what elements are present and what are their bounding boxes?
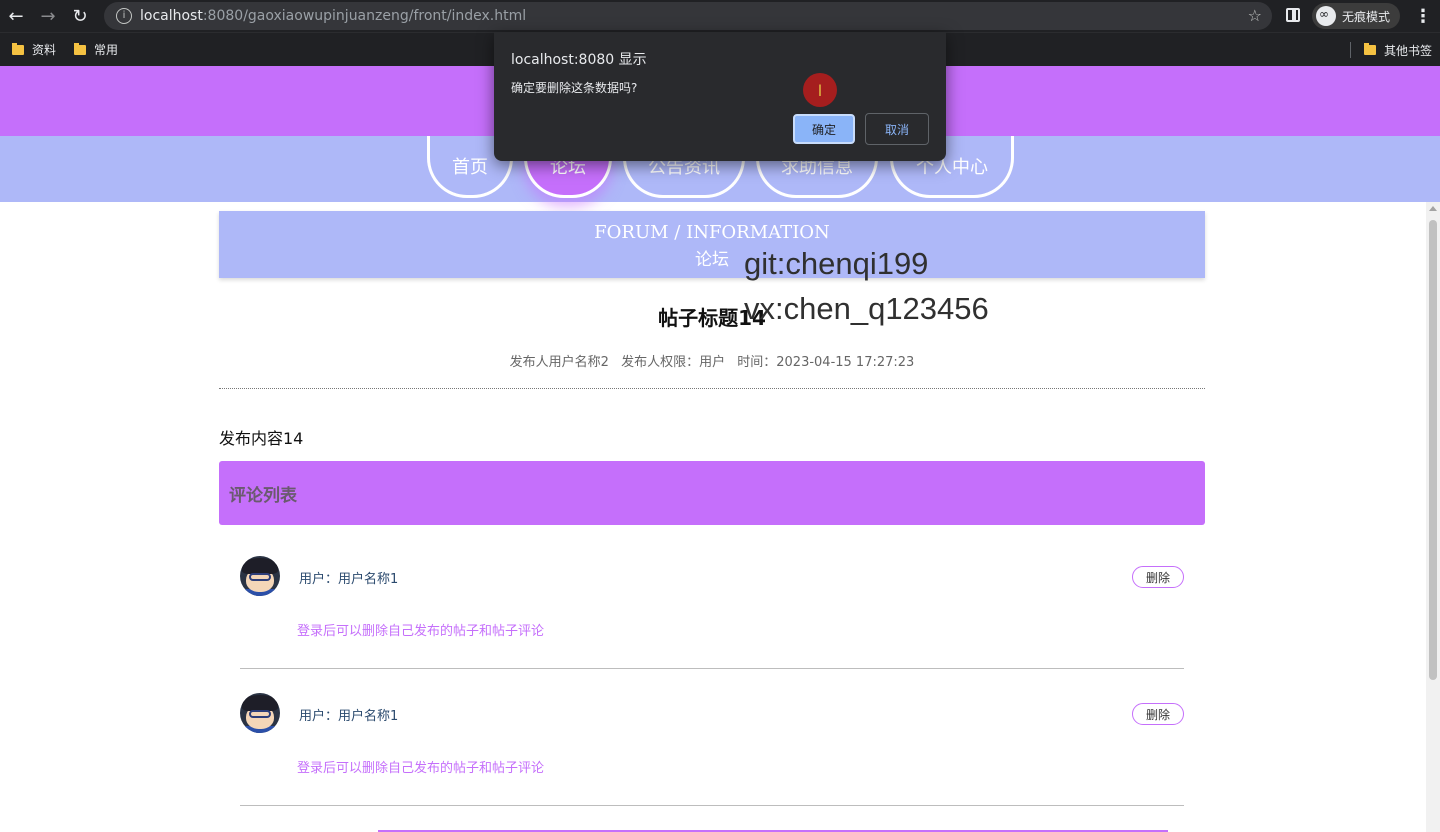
avatar: [240, 693, 280, 733]
dialog-message: 确定要删除这条数据吗?: [511, 81, 638, 95]
confirm-dialog: localhost:8080 显示 确定要删除这条数据吗? 确定 取消: [494, 32, 946, 161]
divider: [219, 388, 1205, 389]
comment-text: 登录后可以删除自己发布的帖子和帖子评论: [297, 624, 545, 639]
banner-title-cn: 论坛: [695, 250, 729, 270]
bookmark-star-icon[interactable]: ☆: [1248, 6, 1262, 25]
address-bar[interactable]: i localhost:8080/gaoxiaowupinjuanzeng/fr…: [104, 2, 1272, 30]
browser-toolbar: ← → ↻ i localhost:8080/gaoxiaowupinjuanz…: [0, 0, 1440, 32]
bookmark-folder-ziliao[interactable]: 资料: [12, 41, 56, 58]
delete-comment-button[interactable]: 删除: [1132, 703, 1184, 725]
bookmark-folder-changyong[interactable]: 常用: [74, 41, 118, 58]
browser-menu-icon[interactable]: ⋮: [1414, 6, 1432, 27]
other-bookmarks-label: 其他书签: [1384, 43, 1433, 58]
url-host: localhost: [140, 8, 203, 24]
scroll-up-icon[interactable]: [1429, 206, 1437, 211]
comment-item: 用户：用户名称1 删除 登录后可以删除自己发布的帖子和帖子评论: [240, 532, 1184, 669]
comment-text: 登录后可以删除自己发布的帖子和帖子评论: [297, 761, 545, 776]
post-meta: 发布人用户名称2 发布人权限：用户 时间：2023-04-15 17:27:23: [0, 351, 1424, 370]
bookmark-label: 资料: [32, 43, 57, 57]
mouse-cursor-icon: I: [803, 73, 837, 107]
bookmark-label: 常用: [94, 43, 119, 57]
comment-list-title: 评论列表: [229, 486, 297, 506]
forum-banner: FORUM / INFORMATION 论坛: [219, 211, 1205, 278]
folder-icon: [1364, 43, 1376, 55]
post-content: 发布内容14: [219, 429, 304, 448]
dialog-title: localhost:8080 显示: [511, 52, 647, 68]
comment-list-header: 评论列表: [219, 461, 1205, 525]
post-author: 发布人用户名称2: [509, 355, 609, 370]
back-icon[interactable]: ←: [0, 0, 32, 32]
comment-user: 用户：用户名称1: [299, 572, 399, 587]
post-role: 发布人权限：用户: [621, 355, 726, 370]
scrollbar-thumb[interactable]: [1429, 220, 1437, 680]
incognito-icon: [1316, 6, 1336, 26]
side-panel-icon[interactable]: [1286, 8, 1300, 22]
incognito-label: 无痕模式: [1342, 9, 1391, 24]
incognito-badge[interactable]: 无痕模式: [1312, 3, 1401, 29]
other-bookmarks[interactable]: 其他书签: [1364, 33, 1432, 67]
delete-comment-button[interactable]: 删除: [1132, 566, 1184, 588]
reload-icon[interactable]: ↻: [64, 0, 96, 32]
folder-icon: [12, 42, 24, 55]
watermark-line-2: vx:chen_q123456: [744, 291, 989, 326]
forward-icon[interactable]: →: [32, 0, 64, 32]
comment-user: 用户：用户名称1: [299, 709, 399, 724]
url-text: localhost:8080/gaoxiaowupinjuanzeng/fron…: [140, 8, 526, 24]
bookmarks-divider: [1350, 42, 1351, 58]
confirm-ok-button[interactable]: 确定: [793, 114, 855, 144]
post-time: 时间：2023-04-15 17:27:23: [737, 355, 915, 370]
banner-title-en: FORUM / INFORMATION: [594, 222, 830, 243]
confirm-cancel-button[interactable]: 取消: [865, 113, 929, 145]
page-viewport: 首页 论坛 公告资讯 求助信息 个人中心 FORUM / INFORMATION…: [0, 66, 1440, 832]
comment-item: 用户：用户名称1 删除 登录后可以删除自己发布的帖子和帖子评论: [240, 669, 1184, 806]
avatar: [240, 556, 280, 596]
url-path: :8080/gaoxiaowupinjuanzeng/front/index.h…: [202, 8, 527, 24]
watermark-line-1: git:chenqi199: [744, 246, 929, 281]
post-title: 帖子标题14: [658, 306, 766, 330]
site-info-icon[interactable]: i: [116, 8, 132, 24]
folder-icon: [74, 42, 87, 55]
page-scrollbar[interactable]: [1426, 202, 1440, 832]
